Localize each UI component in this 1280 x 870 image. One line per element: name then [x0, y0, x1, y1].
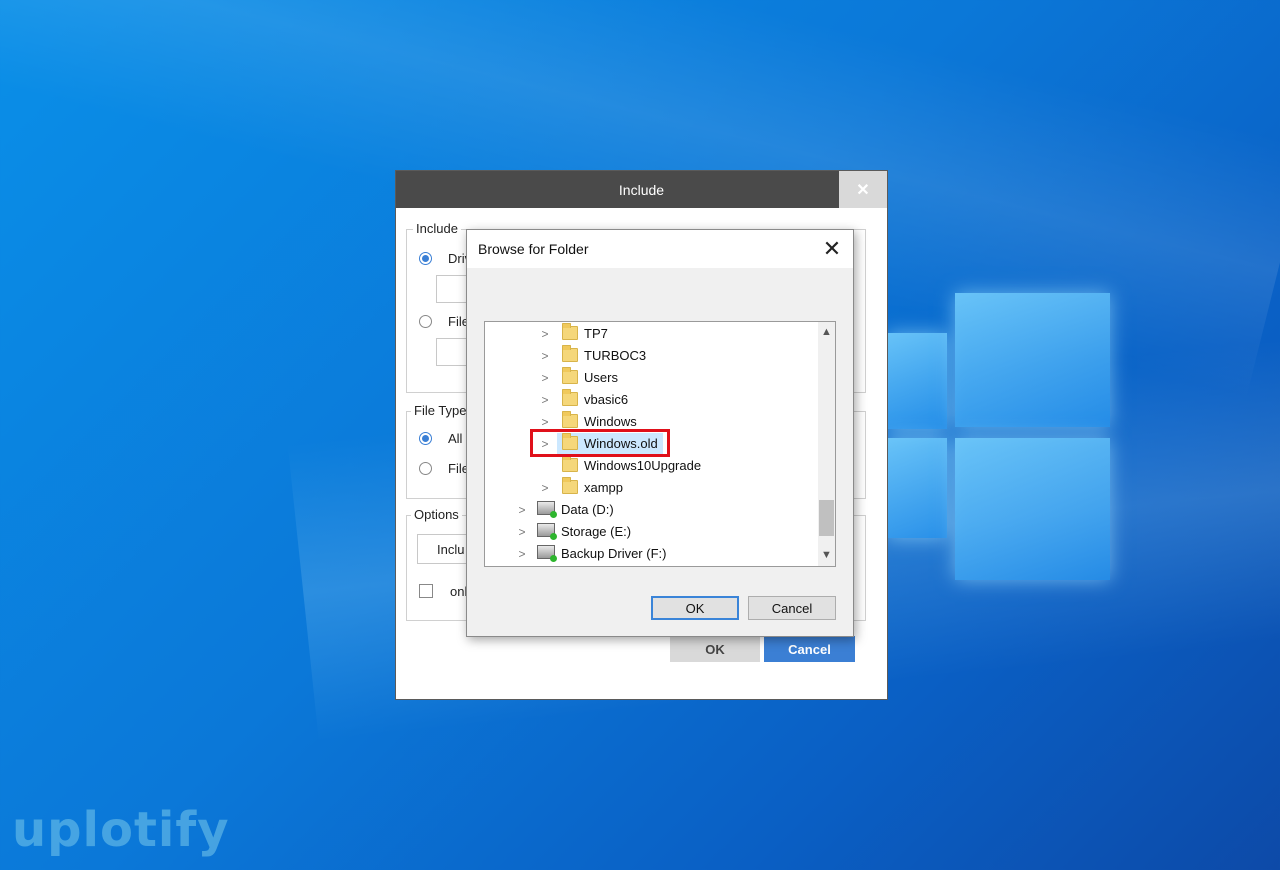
options-dropdown-value: Inclu	[437, 542, 465, 557]
tree-item[interactable]: > vbasic6	[485, 389, 815, 411]
windows-logo-pane	[887, 333, 947, 429]
folder-icon	[562, 323, 578, 340]
annotation-highlight-box	[530, 429, 670, 457]
folder-icon	[562, 411, 578, 428]
ok-button[interactable]: OK	[670, 636, 760, 662]
tree-item[interactable]: Windows10Upgrade	[485, 455, 815, 477]
scroll-up-icon[interactable]: ▲	[818, 324, 835, 341]
browse-for-folder-dialog: Browse for Folder ✕ > TP7 > TURBOC3 > Us…	[466, 229, 854, 637]
windows-logo	[887, 293, 1112, 580]
browse-cancel-button[interactable]: Cancel	[748, 596, 836, 620]
close-button[interactable]: ✕	[839, 171, 887, 208]
chevron-right-icon[interactable]: >	[540, 393, 550, 407]
chevron-right-icon[interactable]: >	[540, 481, 550, 495]
include-titlebar: Include ✕	[396, 171, 887, 208]
file-radio[interactable]	[419, 315, 432, 328]
scroll-down-icon[interactable]: ▼	[818, 547, 835, 564]
chevron-right-icon[interactable]: >	[540, 327, 550, 341]
cancel-button[interactable]: Cancel	[764, 636, 855, 662]
browse-titlebar: Browse for Folder ✕	[467, 230, 853, 268]
chevron-right-icon[interactable]: >	[517, 547, 527, 561]
tree-item[interactable]: > TP7	[485, 323, 815, 345]
folder-tree[interactable]: > TP7 > TURBOC3 > Users > vbasic6 > Wind…	[484, 321, 836, 567]
tree-item-label: TURBOC3	[584, 348, 647, 363]
tree-item-label: Windows	[584, 414, 637, 429]
filetype-group-label: File Type	[411, 403, 470, 418]
include-group-label: Include	[413, 221, 461, 236]
browse-title: Browse for Folder	[478, 241, 589, 257]
vertical-scrollbar[interactable]: ▲ ▼	[818, 322, 835, 566]
scrollbar-thumb[interactable]	[819, 500, 834, 536]
tree-item-label: Data (D:)	[561, 502, 614, 517]
chevron-right-icon[interactable]: >	[540, 349, 550, 363]
windows-logo-pane	[955, 293, 1110, 427]
close-icon: ✕	[856, 181, 870, 199]
folder-icon	[562, 389, 578, 406]
filetype-radio[interactable]	[419, 462, 432, 475]
browse-ok-label: OK	[685, 600, 705, 616]
tree-item-label: Windows10Upgrade	[584, 458, 702, 473]
only-checkbox[interactable]	[419, 584, 433, 598]
ok-button-label: OK	[705, 641, 725, 657]
cancel-button-label: Cancel	[788, 641, 831, 657]
watermark-logo: uplotify	[12, 802, 230, 858]
browse-ok-button[interactable]: OK	[651, 596, 739, 620]
browse-cancel-label: Cancel	[771, 600, 813, 616]
folder-icon	[562, 455, 578, 472]
tree-item[interactable]: > Storage (E:)	[485, 521, 815, 543]
tree-item-label: TP7	[584, 326, 608, 341]
tree-item-label: Storage (E:)	[561, 524, 632, 539]
windows-logo-pane	[955, 438, 1110, 580]
tree-item[interactable]: > xampp	[485, 477, 815, 499]
folder-icon	[562, 367, 578, 384]
browse-close-button[interactable]: ✕	[819, 236, 845, 262]
tree-item-label: Users	[584, 370, 618, 385]
tree-item-label: vbasic6	[584, 392, 629, 407]
chevron-right-icon[interactable]: >	[517, 525, 527, 539]
chevron-right-icon[interactable]: >	[517, 503, 527, 517]
windows-logo-pane	[887, 438, 947, 538]
drive-icon	[537, 545, 557, 562]
include-title: Include	[618, 181, 665, 198]
tree-item[interactable]: > Users	[485, 367, 815, 389]
drive-icon	[537, 523, 557, 540]
chevron-right-icon[interactable]: >	[540, 415, 550, 429]
close-icon: ✕	[822, 236, 842, 261]
drive-radio[interactable]	[419, 252, 432, 265]
tree-item-label: xampp	[584, 480, 624, 495]
tree-item[interactable]: > TURBOC3	[485, 345, 815, 367]
folder-icon	[562, 345, 578, 362]
chevron-right-icon[interactable]: >	[540, 371, 550, 385]
tree-item[interactable]: > Data (D:)	[485, 499, 815, 521]
tree-item-label: Backup Driver (F:)	[561, 546, 667, 561]
options-group-label: Options	[411, 507, 462, 522]
drive-icon	[537, 501, 557, 518]
all-files-radio[interactable]	[419, 432, 432, 445]
folder-icon	[562, 477, 578, 494]
tree-item[interactable]: > Backup Driver (F:)	[485, 543, 815, 565]
